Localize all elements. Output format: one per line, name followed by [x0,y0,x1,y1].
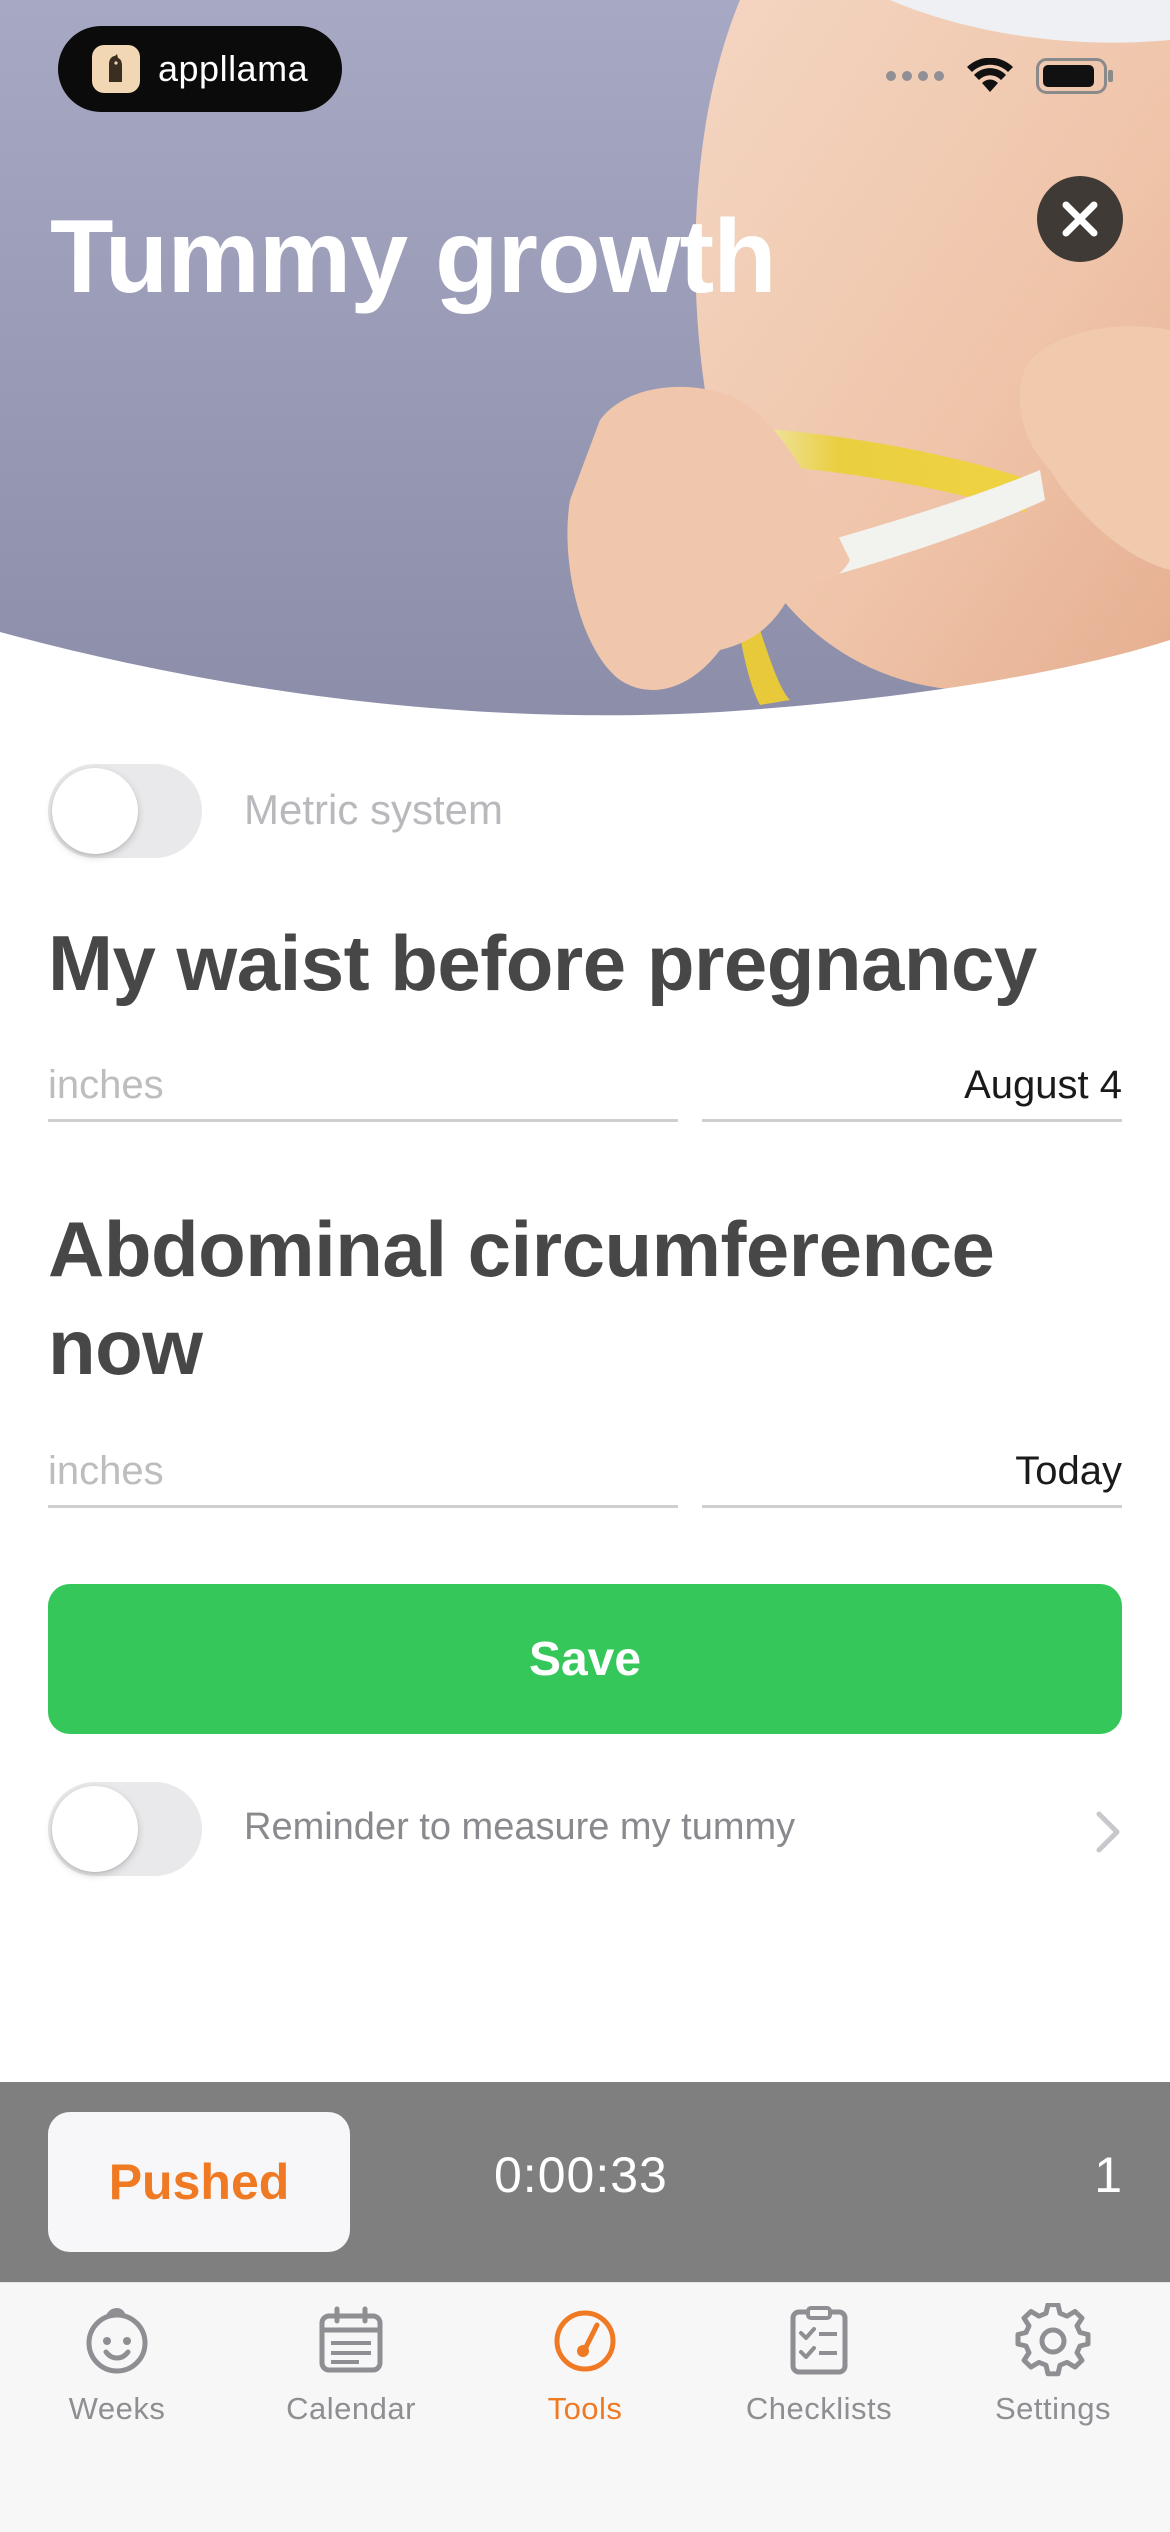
metric-system-toggle[interactable] [48,764,202,858]
gear-icon [1015,2303,1091,2377]
recording-count: 1 [1094,2147,1122,2203]
tab-calendar[interactable]: Calendar [234,2303,468,2427]
llama-logo-icon [92,45,140,93]
hero-banner: appllama Tummy growth [0,0,1170,720]
chevron-right-icon[interactable] [1094,1810,1122,1854]
tab-weeks[interactable]: Weeks [0,2303,234,2427]
close-icon [1062,201,1098,237]
recording-bar: Pushed 0:00:33 1 [0,2082,1170,2282]
status-icons [886,56,1116,96]
abdominal-now-input[interactable]: inches [48,1438,678,1508]
checklist-icon [790,2306,848,2375]
abdominal-now-date-field[interactable]: Today [702,1438,1122,1508]
tab-weeks-label: Weeks [68,2391,166,2426]
waist-before-date: August 4 [964,1063,1122,1107]
tab-calendar-label: Calendar [286,2391,416,2426]
calendar-icon [319,2306,383,2373]
waist-before-title: My waist before pregnancy [48,919,1037,1007]
pushed-button[interactable]: Pushed [48,2112,350,2252]
waist-before-placeholder: inches [48,1063,164,1107]
cellular-signal-icon [886,71,944,81]
tab-checklists[interactable]: Checklists [702,2303,936,2427]
waist-before-input[interactable]: inches [48,1052,678,1122]
tab-bar: Weeks Calendar Tools Checklists Settings [0,2282,1170,2532]
app-badge-label: appllama [158,48,309,89]
abdominal-now-placeholder: inches [48,1449,164,1493]
tab-tools[interactable]: Tools [468,2303,702,2427]
waist-before-date-field[interactable]: August 4 [702,1052,1122,1122]
abdominal-now-date: Today [1015,1449,1122,1493]
page-title: Tummy growth [50,199,777,315]
abdominal-now-title: Abdominal circumference now [48,1205,995,1391]
appllama-badge: appllama [58,26,342,112]
tab-settings-label: Settings [994,2391,1111,2426]
close-button[interactable] [1037,176,1123,262]
baby-face-icon [86,2308,148,2374]
reminder-toggle[interactable] [48,1782,202,1876]
tab-tools-label: Tools [547,2391,623,2426]
wifi-icon [967,58,1013,92]
reminder-label: Reminder to measure my tummy [244,1806,796,1848]
battery-icon [1036,58,1113,94]
save-button[interactable]: Save [48,1584,1122,1734]
metric-system-label: Metric system [244,786,504,833]
tab-checklists-label: Checklists [745,2391,893,2426]
tab-settings[interactable]: Settings [936,2303,1170,2427]
recording-timer: 0:00:33 [494,2147,668,2203]
gauge-icon [554,2310,616,2372]
